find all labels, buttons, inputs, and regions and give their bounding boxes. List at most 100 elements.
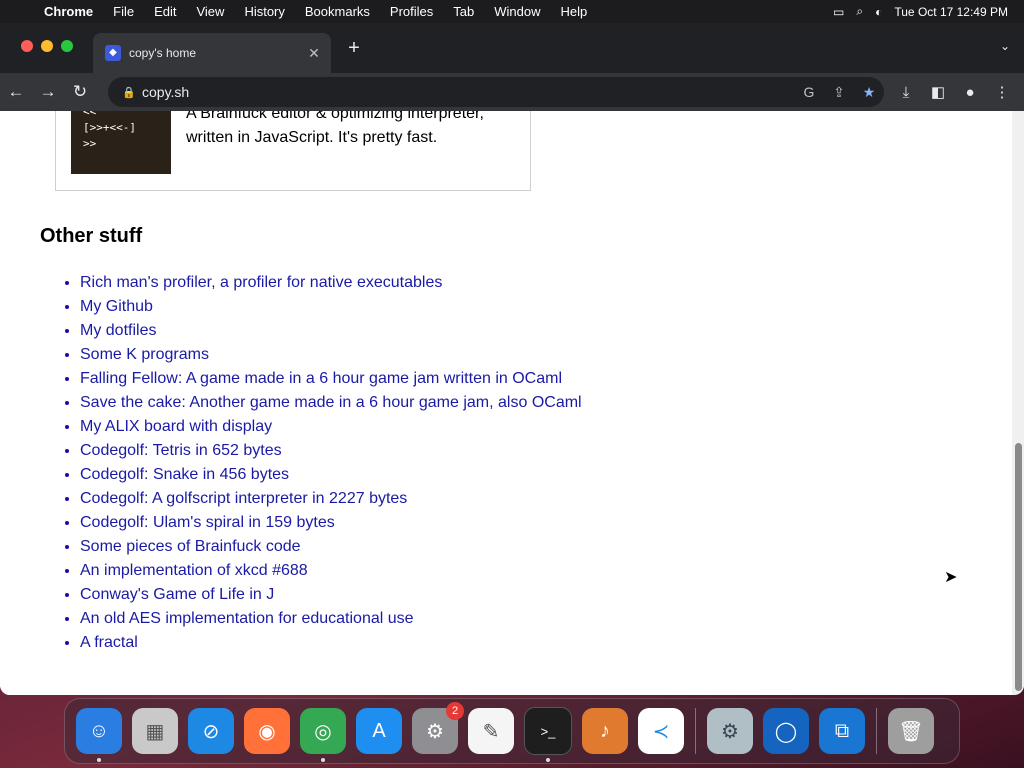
list-item: Codegolf: Ulam's spiral in 159 bytes [80, 511, 582, 535]
finder-icon: ☺ [88, 719, 110, 742]
profile-avatar-icon[interactable]: ● [954, 84, 986, 101]
window-zoom-button[interactable] [61, 40, 73, 52]
menu-profiles[interactable]: Profiles [380, 0, 443, 23]
window-minimize-button[interactable] [41, 40, 53, 52]
link-my-github[interactable]: My Github [80, 298, 153, 315]
menu-help[interactable]: Help [551, 0, 598, 23]
dock-terminal[interactable]: >_ [524, 707, 572, 762]
dock-garageband[interactable]: ♪ [582, 708, 628, 754]
google-lens-icon[interactable]: G [794, 84, 824, 100]
list-item: An old AES implementation for educationa… [80, 607, 582, 631]
control-center-icon[interactable]: ◐ [875, 5, 882, 19]
link-falling-fellow[interactable]: Falling Fellow: A game made in a 6 hour … [80, 370, 562, 387]
dock-system-settings[interactable]: ⚙ 2 [412, 702, 464, 754]
running-indicator [546, 758, 550, 762]
dock-app-store[interactable]: A [356, 708, 402, 754]
download-icon[interactable]: ⤓ [890, 84, 922, 101]
tab-copys-home[interactable]: ◆ copy's home ✕ [93, 33, 331, 73]
link-aes-implementation[interactable]: An old AES implementation for educationa… [80, 610, 414, 627]
terminal-icon: >_ [540, 723, 556, 739]
bookmark-star-icon[interactable]: ★ [854, 84, 884, 101]
menu-tab[interactable]: Tab [443, 0, 484, 23]
guitar-icon: ♪ [600, 719, 610, 742]
link-brainfuck-code[interactable]: Some pieces of Brainfuck code [80, 538, 301, 555]
list-item: Some K programs [80, 343, 582, 367]
remote-icon: ⧉ [834, 719, 850, 742]
gear-icon: ⚙ [721, 720, 739, 743]
link-codegolf-tetris[interactable]: Codegolf: Tetris in 652 bytes [80, 442, 282, 459]
list-item: Codegolf: Tetris in 652 bytes [80, 439, 582, 463]
reload-icon[interactable]: ↻ [64, 82, 96, 102]
dock-remote-app[interactable]: ⧉ [819, 708, 865, 754]
forward-arrow-icon[interactable]: → [32, 82, 64, 102]
menu-clock[interactable]: Tue Oct 17 12:49 PM [894, 5, 1008, 19]
link-xkcd-688[interactable]: An implementation of xkcd #688 [80, 562, 308, 579]
url-text[interactable]: copy.sh [142, 84, 794, 100]
list-item: Rich man's profiler, a profiler for nati… [80, 271, 582, 295]
window-close-button[interactable] [21, 40, 33, 52]
side-panel-icon[interactable]: ◧ [922, 83, 954, 101]
menu-history[interactable]: History [234, 0, 294, 23]
list-item: My dotfiles [80, 319, 582, 343]
dock-finder[interactable]: ☺ [76, 708, 122, 762]
menu-file[interactable]: File [103, 0, 144, 23]
new-tab-button[interactable]: + [344, 37, 364, 60]
running-indicator [321, 758, 325, 762]
notification-badge: 2 [446, 702, 464, 720]
running-indicator [97, 758, 101, 762]
menu-bar: Chrome File Edit View History Bookmarks … [0, 0, 1024, 23]
share-icon[interactable]: ⇪ [824, 84, 854, 101]
tab-search-chevron-icon[interactable]: ⌄ [1000, 39, 1010, 53]
scrollbar-thumb[interactable] [1015, 443, 1022, 691]
app-store-icon: A [372, 719, 386, 742]
list-item: An implementation of xkcd #688 [80, 559, 582, 583]
link-codegolf-golfscript[interactable]: Codegolf: A golfscript interpreter in 22… [80, 490, 407, 507]
menu-bookmarks[interactable]: Bookmarks [295, 0, 380, 23]
link-alix-board[interactable]: My ALIX board with display [80, 418, 272, 435]
vscode-icon: ≺ [652, 720, 670, 743]
dock-trash[interactable]: 🗑 [888, 708, 934, 754]
menu-edit[interactable]: Edit [144, 0, 186, 23]
menu-app-name[interactable]: Chrome [34, 0, 103, 23]
link-codegolf-snake[interactable]: Codegolf: Snake in 456 bytes [80, 466, 289, 483]
list-item: My Github [80, 295, 582, 319]
tab-close-icon[interactable]: ✕ [305, 45, 323, 62]
menu-view[interactable]: View [186, 0, 234, 23]
link-codegolf-ulam[interactable]: Codegolf: Ulam's spiral in 159 bytes [80, 514, 335, 531]
mouse-pointer-icon: ➤ [944, 569, 958, 586]
back-arrow-icon[interactable]: ← [0, 82, 32, 102]
page-content: << [>>+<<-] >> A Brainfuck editor & opti… [0, 111, 1012, 695]
dock-safari[interactable]: ⊘ [188, 708, 234, 754]
link-my-dotfiles[interactable]: My dotfiles [80, 322, 156, 339]
project-thumbnail[interactable]: << [>>+<<-] >> [71, 111, 171, 174]
dock-launchpad[interactable]: ▦ [132, 708, 178, 754]
dock-chrome[interactable]: ◎ [300, 708, 346, 762]
launchpad-icon: ▦ [145, 720, 165, 743]
project-card[interactable]: << [>>+<<-] >> A Brainfuck editor & opti… [55, 111, 531, 191]
link-game-of-life-j[interactable]: Conway's Game of Life in J [80, 586, 274, 603]
dock-textedit[interactable]: ✎ [468, 708, 514, 754]
dock-firefox[interactable]: ◉ [244, 708, 290, 754]
more-menu-icon[interactable]: ⋮ [986, 83, 1018, 101]
list-item: Save the cake: Another game made in a 6 … [80, 391, 582, 415]
other-stuff-list: Rich man's profiler, a profiler for nati… [40, 271, 582, 655]
list-item: Codegolf: Snake in 456 bytes [80, 463, 582, 487]
list-item: Codegolf: A golfscript interpreter in 22… [80, 487, 582, 511]
link-k-programs[interactable]: Some K programs [80, 346, 209, 363]
lock-icon[interactable]: 🔒 [122, 86, 136, 99]
address-bar[interactable]: 🔒 copy.sh G ⇪ ★ [108, 77, 884, 107]
link-save-the-cake[interactable]: Save the cake: Another game made in a 6 … [80, 394, 582, 411]
link-a-fractal[interactable]: A fractal [80, 634, 138, 651]
dock-vscode[interactable]: ≺ [638, 708, 684, 754]
window-switcher-icon[interactable]: ▭ [833, 5, 844, 19]
spotlight-search-icon[interactable]: ⌕ [856, 4, 863, 19]
firefox-icon: ◉ [258, 720, 276, 743]
list-item: Some pieces of Brainfuck code [80, 535, 582, 559]
link-rich-mans-profiler[interactable]: Rich man's profiler, a profiler for nati… [80, 274, 442, 291]
dock: ☺ ▦ ⊘ ◉ ◎ A ⚙ 2 ✎ >_ ♪ ≺ ⚙ ◯ ⧉ 🗑 [64, 698, 960, 764]
list-item: Conway's Game of Life in J [80, 583, 582, 607]
tab-title: copy's home [129, 46, 196, 60]
dock-utility[interactable]: ⚙ [707, 708, 753, 754]
dock-browser-app[interactable]: ◯ [763, 708, 809, 754]
menu-window[interactable]: Window [484, 0, 550, 23]
